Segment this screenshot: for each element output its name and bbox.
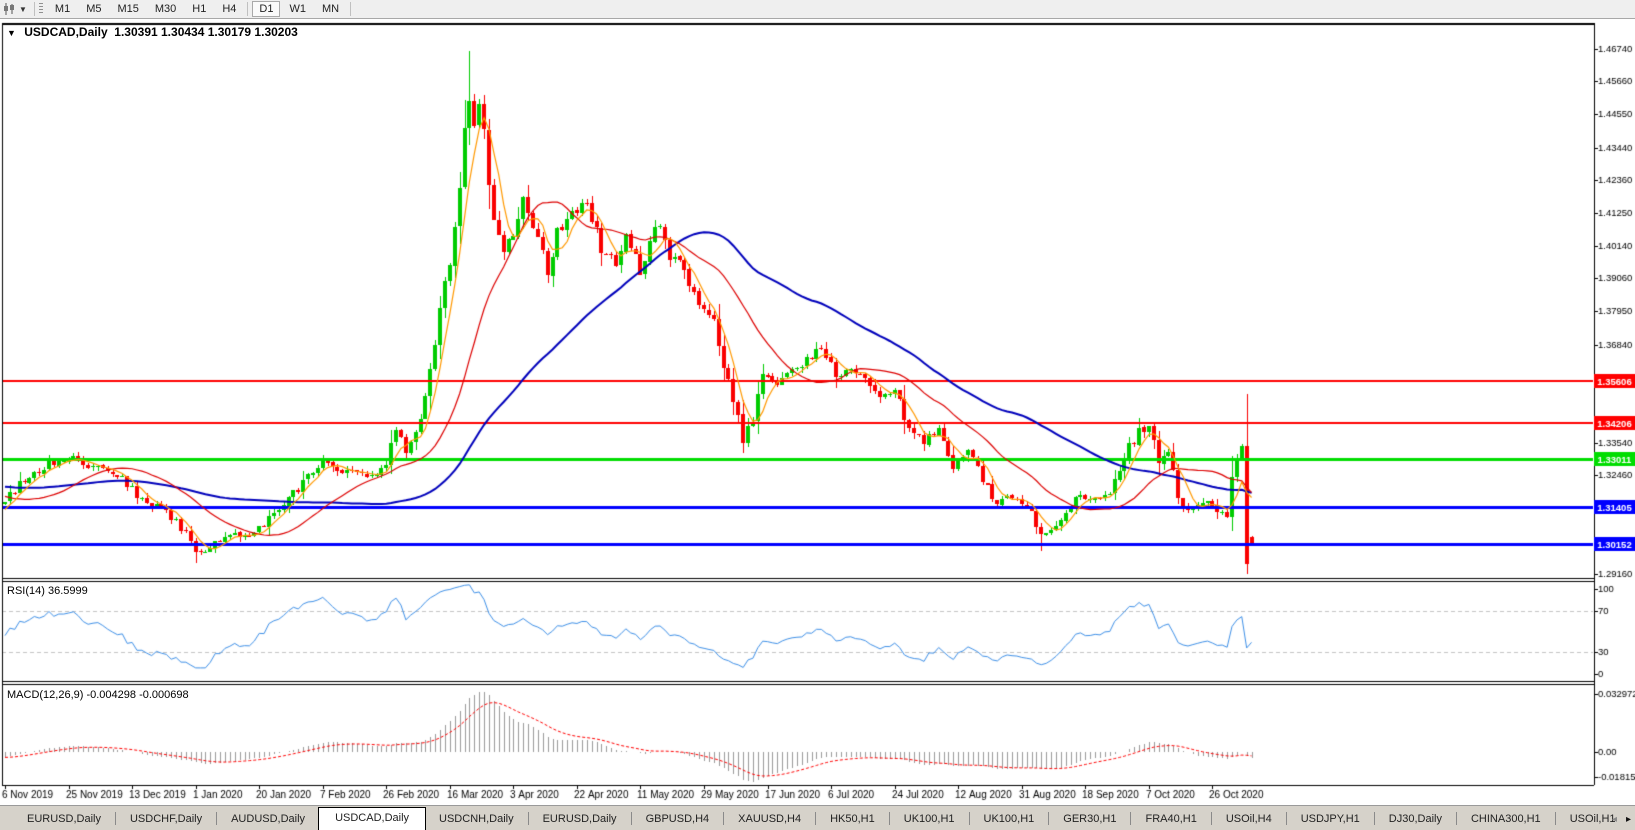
chart-canvas[interactable] [0, 0, 1635, 830]
candlestick-chart-icon[interactable] [3, 3, 17, 15]
tab-divider [889, 812, 890, 825]
tab-ger30-h1[interactable]: GER30,H1 [1050, 809, 1129, 830]
tab-dj30-daily[interactable]: DJ30,Daily [1376, 809, 1455, 830]
tab-divider [1130, 812, 1131, 825]
timeframe-button-D1[interactable]: D1 [252, 1, 280, 17]
toolbar-separator [247, 2, 248, 16]
chart-title-caret-icon[interactable]: ▼ [7, 28, 16, 38]
tab-divider [969, 812, 970, 825]
toolbar-grip-handle[interactable] [39, 3, 43, 15]
timeframe-button-H1[interactable]: H1 [185, 1, 213, 17]
tab-usoil-h4[interactable]: USOil,H4 [1213, 809, 1285, 830]
chart-title: ▼ USDCAD,Daily 1.30391 1.30434 1.30179 1… [7, 25, 298, 39]
chart-title-symbol: USDCAD,Daily [24, 25, 107, 39]
tab-fra40-h1[interactable]: FRA40,H1 [1132, 809, 1209, 830]
timeframe-button-W1[interactable]: W1 [282, 1, 313, 17]
tab-xauusd-h4[interactable]: XAUUSD,H4 [725, 809, 814, 830]
tab-china300-h1[interactable]: CHINA300,H1 [1458, 809, 1554, 830]
symbol-tab-bar: EURUSD,DailyUSDCHF,DailyAUDUSD,DailyUSDC… [0, 805, 1635, 830]
toolbar-separator [350, 2, 351, 16]
timeframe-button-M1[interactable]: M1 [48, 1, 77, 17]
rsi-indicator-label: RSI(14) 36.5999 [7, 585, 88, 597]
tab-divider [815, 812, 816, 825]
tab-divider [1555, 812, 1556, 825]
toolbar-separator [34, 2, 35, 16]
timeframe-button-M30[interactable]: M30 [148, 1, 183, 17]
macd-indicator-label: MACD(12,26,9) -0.004298 -0.000698 [7, 689, 189, 701]
tab-usdcnh-daily[interactable]: USDCNH,Daily [426, 809, 527, 830]
tab-scroll-right-icon[interactable]: ▸ [1626, 814, 1631, 825]
tab-uk100-h1[interactable]: UK100,H1 [971, 809, 1048, 830]
tab-audusd-daily[interactable]: AUDUSD,Daily [218, 809, 318, 830]
tab-divider [528, 812, 529, 825]
tab-hk50-h1[interactable]: HK50,H1 [817, 809, 888, 830]
tab-divider [1456, 812, 1457, 825]
tab-usdjpy-h1[interactable]: USDJPY,H1 [1288, 809, 1373, 830]
tab-eurusd-daily[interactable]: EURUSD,Daily [530, 809, 630, 830]
tab-divider [1211, 812, 1212, 825]
tab-divider [1286, 812, 1287, 825]
tab-scroll-left-icon[interactable]: ◂ [1612, 814, 1617, 825]
tab-divider [115, 812, 116, 825]
tab-divider [723, 812, 724, 825]
timeframe-button-MN[interactable]: MN [315, 1, 346, 17]
timeframe-button-M15[interactable]: M15 [110, 1, 145, 17]
timeframe-button-H4[interactable]: H4 [215, 1, 243, 17]
chart-title-ohlc: 1.30391 1.30434 1.30179 1.30203 [114, 25, 298, 39]
tab-uk100-h1[interactable]: UK100,H1 [891, 809, 968, 830]
tab-divider [1374, 812, 1375, 825]
tab-divider [1048, 812, 1049, 825]
tab-usdcad-daily[interactable]: USDCAD,Daily [318, 807, 426, 830]
timeframe-toolbar: ▼ M1M5M15M30H1H4 D1W1MN [0, 0, 1635, 19]
timeframe-button-M5[interactable]: M5 [79, 1, 108, 17]
tab-eurusd-daily[interactable]: EURUSD,Daily [14, 809, 114, 830]
tab-usdchf-daily[interactable]: USDCHF,Daily [117, 809, 215, 830]
tab-divider [631, 812, 632, 825]
chevron-down-icon[interactable]: ▼ [19, 5, 27, 14]
tab-divider [216, 812, 217, 825]
tab-gbpusd-h4[interactable]: GBPUSD,H4 [633, 809, 723, 830]
